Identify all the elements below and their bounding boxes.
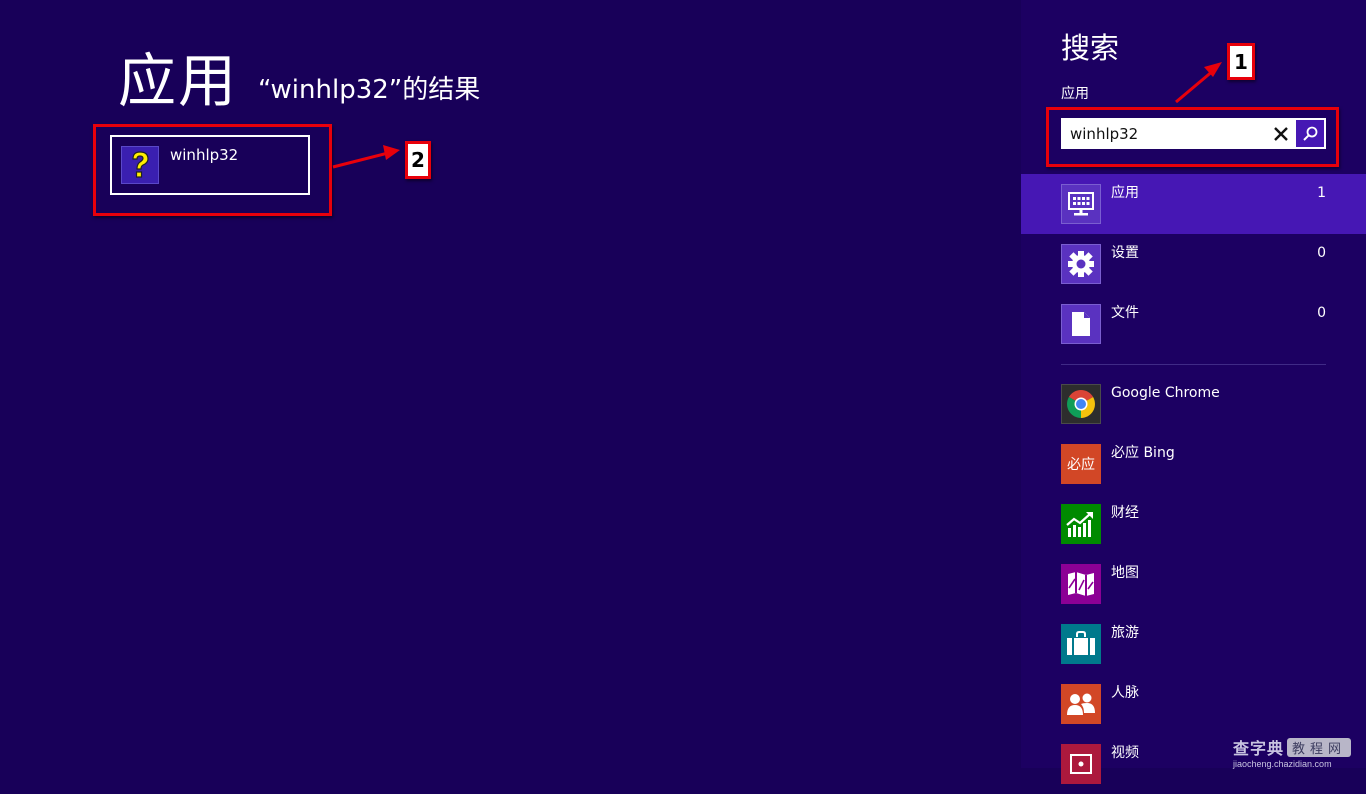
- search-pane-title: 搜索: [1061, 31, 1120, 65]
- divider: [1061, 364, 1326, 365]
- chrome-icon: [1061, 384, 1101, 424]
- annotation-box-1: [1046, 107, 1339, 167]
- annotation-badge-1: 1: [1227, 43, 1255, 80]
- app-label: 人脉: [1111, 685, 1139, 701]
- watermark: 查字典 教程网 jiaocheng.chazidian.com: [1233, 735, 1361, 769]
- search-scope-label: 应用: [1061, 86, 1089, 102]
- category-label: 文件: [1111, 305, 1139, 321]
- file-icon: [1061, 304, 1101, 344]
- app-google-chrome[interactable]: Google Chrome: [1021, 374, 1366, 434]
- category-count: 0: [1317, 245, 1326, 261]
- annotation-box-2: [93, 124, 332, 216]
- page-title: 应用: [118, 47, 239, 115]
- map-icon: [1061, 564, 1101, 604]
- category-files[interactable]: 文件 0: [1021, 294, 1366, 354]
- app-travel[interactable]: 旅游: [1021, 614, 1366, 674]
- watermark-brand: 查字典: [1233, 739, 1285, 758]
- category-apps[interactable]: 应用 1: [1021, 174, 1366, 234]
- gear-icon: [1061, 244, 1101, 284]
- app-finance[interactable]: 财经: [1021, 494, 1366, 554]
- suitcase-icon: [1061, 624, 1101, 664]
- category-count: 1: [1317, 185, 1326, 201]
- results-subtitle: “winhlp32”的结果: [258, 75, 481, 105]
- category-label: 应用: [1111, 185, 1139, 201]
- category-count: 0: [1317, 305, 1326, 321]
- app-label: 地图: [1111, 565, 1139, 581]
- app-people[interactable]: 人脉: [1021, 674, 1366, 734]
- app-maps[interactable]: 地图: [1021, 554, 1366, 614]
- video-icon: [1061, 744, 1101, 784]
- bing-icon-text: 必应: [1067, 457, 1095, 473]
- app-label: 视频: [1111, 745, 1139, 761]
- category-settings[interactable]: 设置 0: [1021, 234, 1366, 294]
- apps-icon: [1061, 184, 1101, 224]
- app-label: 财经: [1111, 505, 1139, 521]
- results-area: 应用 “winhlp32”的结果 winhlp32: [0, 0, 1021, 768]
- app-label: Google Chrome: [1111, 385, 1220, 401]
- finance-chart-icon: [1061, 504, 1101, 544]
- people-icon: [1061, 684, 1101, 724]
- app-label: 必应 Bing: [1111, 445, 1175, 461]
- annotation-badge-2: 2: [405, 141, 431, 179]
- app-bing[interactable]: 必应 必应 Bing: [1021, 434, 1366, 494]
- category-label: 设置: [1111, 245, 1139, 261]
- watermark-tag: 教程网: [1287, 737, 1352, 757]
- app-label: 旅游: [1111, 625, 1139, 641]
- bing-icon: 必应: [1061, 444, 1101, 484]
